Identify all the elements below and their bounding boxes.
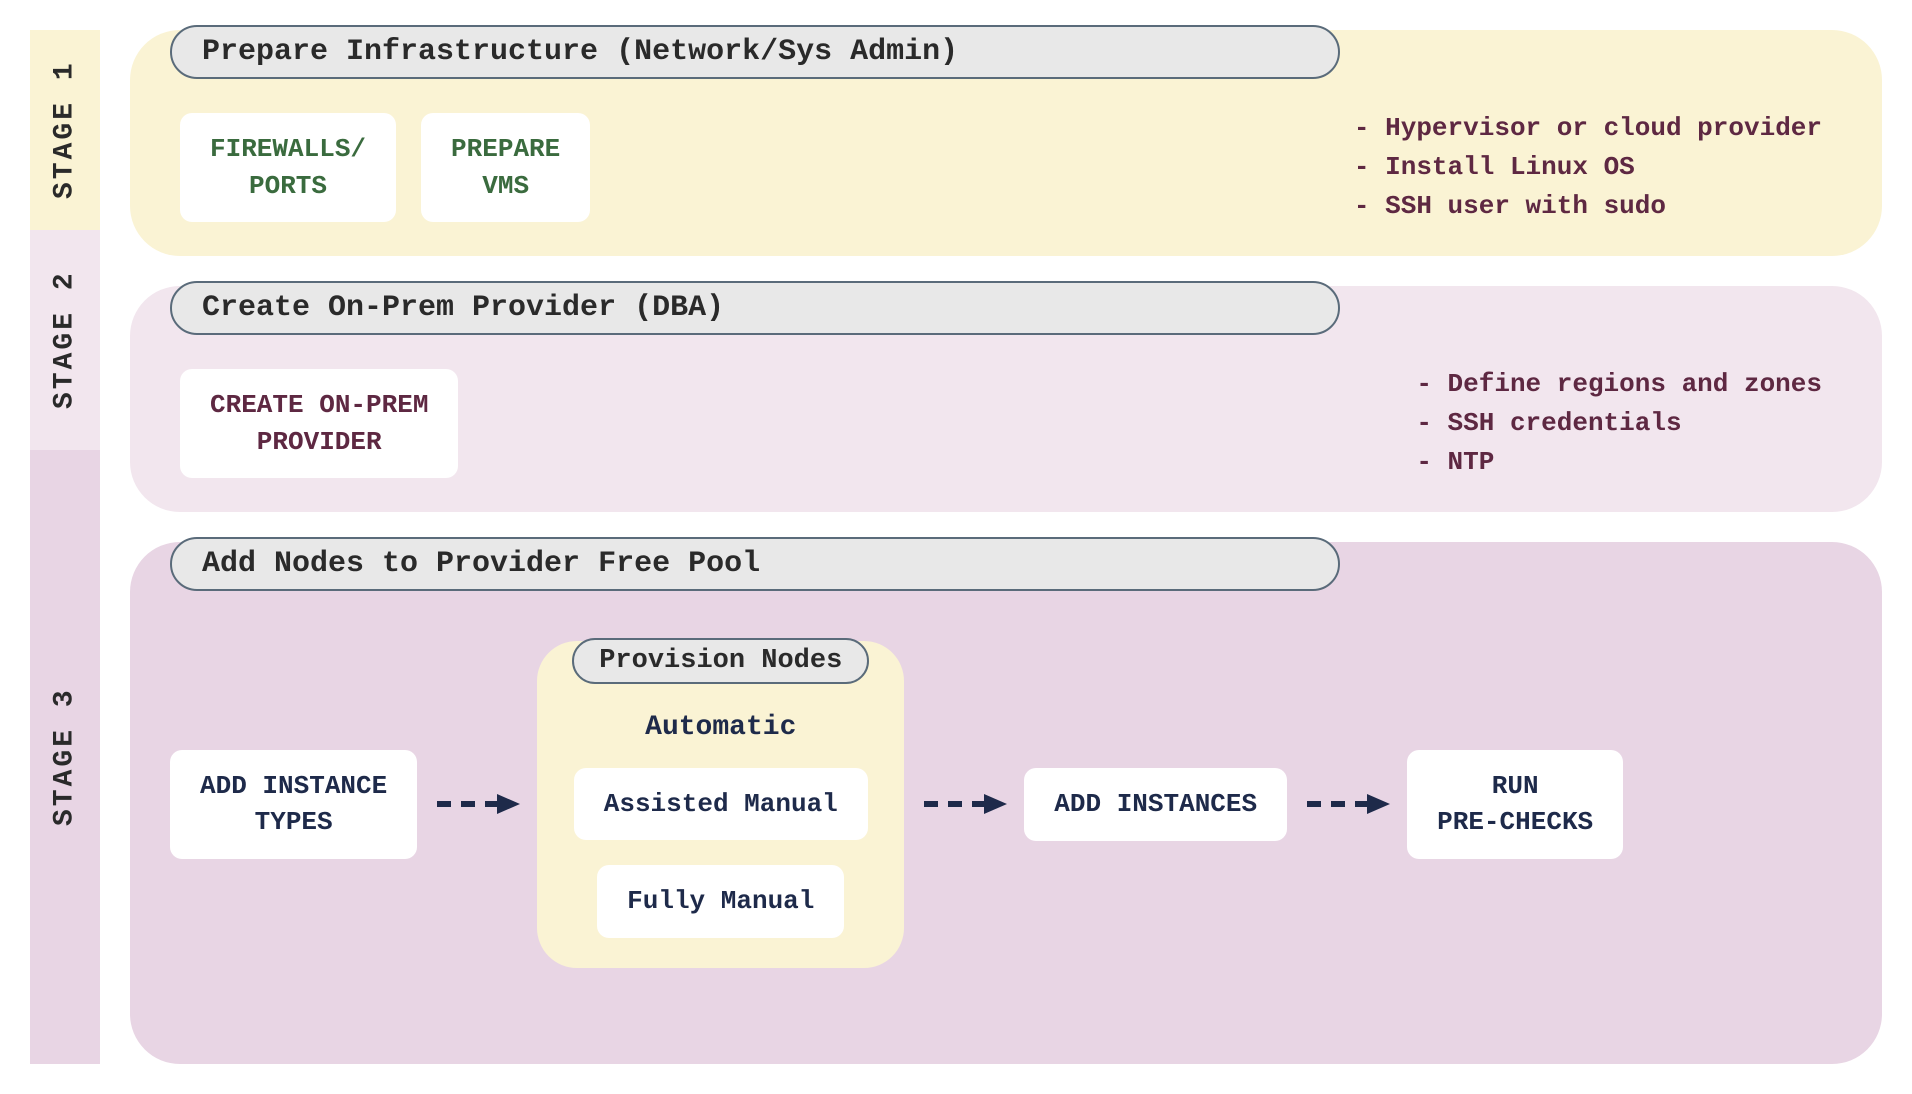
- add-instances-box: ADD INSTANCES: [1024, 768, 1287, 840]
- stage-2-boxes: CREATE ON-PREMPROVIDER: [180, 369, 458, 478]
- automatic-label: Automatic: [645, 712, 796, 743]
- stages-column: Prepare Infrastructure (Network/Sys Admi…: [100, 30, 1882, 1064]
- stage-labels-column: STAGE 1 STAGE 2 STAGE 3: [30, 30, 100, 1064]
- stage-2-notes: - Define regions and zones- SSH credenti…: [1416, 365, 1842, 482]
- stage-3-label: STAGE 3: [30, 450, 100, 1064]
- arrow-icon: [919, 789, 1009, 819]
- stage-3: Add Nodes to Provider Free Pool ADD INST…: [130, 542, 1882, 1064]
- stage-1-body: FIREWALLS/PORTS PREPAREVMS - Hypervisor …: [170, 109, 1842, 226]
- create-provider-box: CREATE ON-PREMPROVIDER: [180, 369, 458, 478]
- stage-2-header: Create On-Prem Provider (DBA): [170, 281, 1340, 335]
- assisted-manual-box: Assisted Manual: [574, 768, 868, 840]
- fully-manual-box: Fully Manual: [597, 865, 844, 937]
- arrow-icon: [432, 789, 522, 819]
- stage-2-label: STAGE 2: [30, 230, 100, 450]
- stage-1-notes: - Hypervisor or cloud provider- Install …: [1354, 109, 1842, 226]
- provision-nodes-header: Provision Nodes: [572, 638, 869, 684]
- prepare-vms-box: PREPAREVMS: [421, 113, 590, 222]
- stage-2: Create On-Prem Provider (DBA) CREATE ON-…: [130, 286, 1882, 512]
- arrow-icon: [1302, 789, 1392, 819]
- stage-1-boxes: FIREWALLS/PORTS PREPAREVMS: [180, 113, 590, 222]
- stage-3-header: Add Nodes to Provider Free Pool: [170, 537, 1340, 591]
- stage-2-body: CREATE ON-PREMPROVIDER - Define regions …: [170, 365, 1842, 482]
- stage-diagram: STAGE 1 STAGE 2 STAGE 3 Prepare Infrastr…: [30, 30, 1882, 1064]
- firewalls-ports-box: FIREWALLS/PORTS: [180, 113, 396, 222]
- stage-1-header: Prepare Infrastructure (Network/Sys Admi…: [170, 25, 1340, 79]
- add-instance-types-box: ADD INSTANCETYPES: [170, 750, 417, 859]
- stage-1: Prepare Infrastructure (Network/Sys Admi…: [130, 30, 1882, 256]
- run-prechecks-box: RUNPRE-CHECKS: [1407, 750, 1623, 859]
- stage-3-body: ADD INSTANCETYPES Provision Nodes Automa…: [170, 621, 1842, 968]
- provision-nodes-group: Provision Nodes Automatic Assisted Manua…: [537, 641, 904, 968]
- stage-1-label: STAGE 1: [30, 30, 100, 230]
